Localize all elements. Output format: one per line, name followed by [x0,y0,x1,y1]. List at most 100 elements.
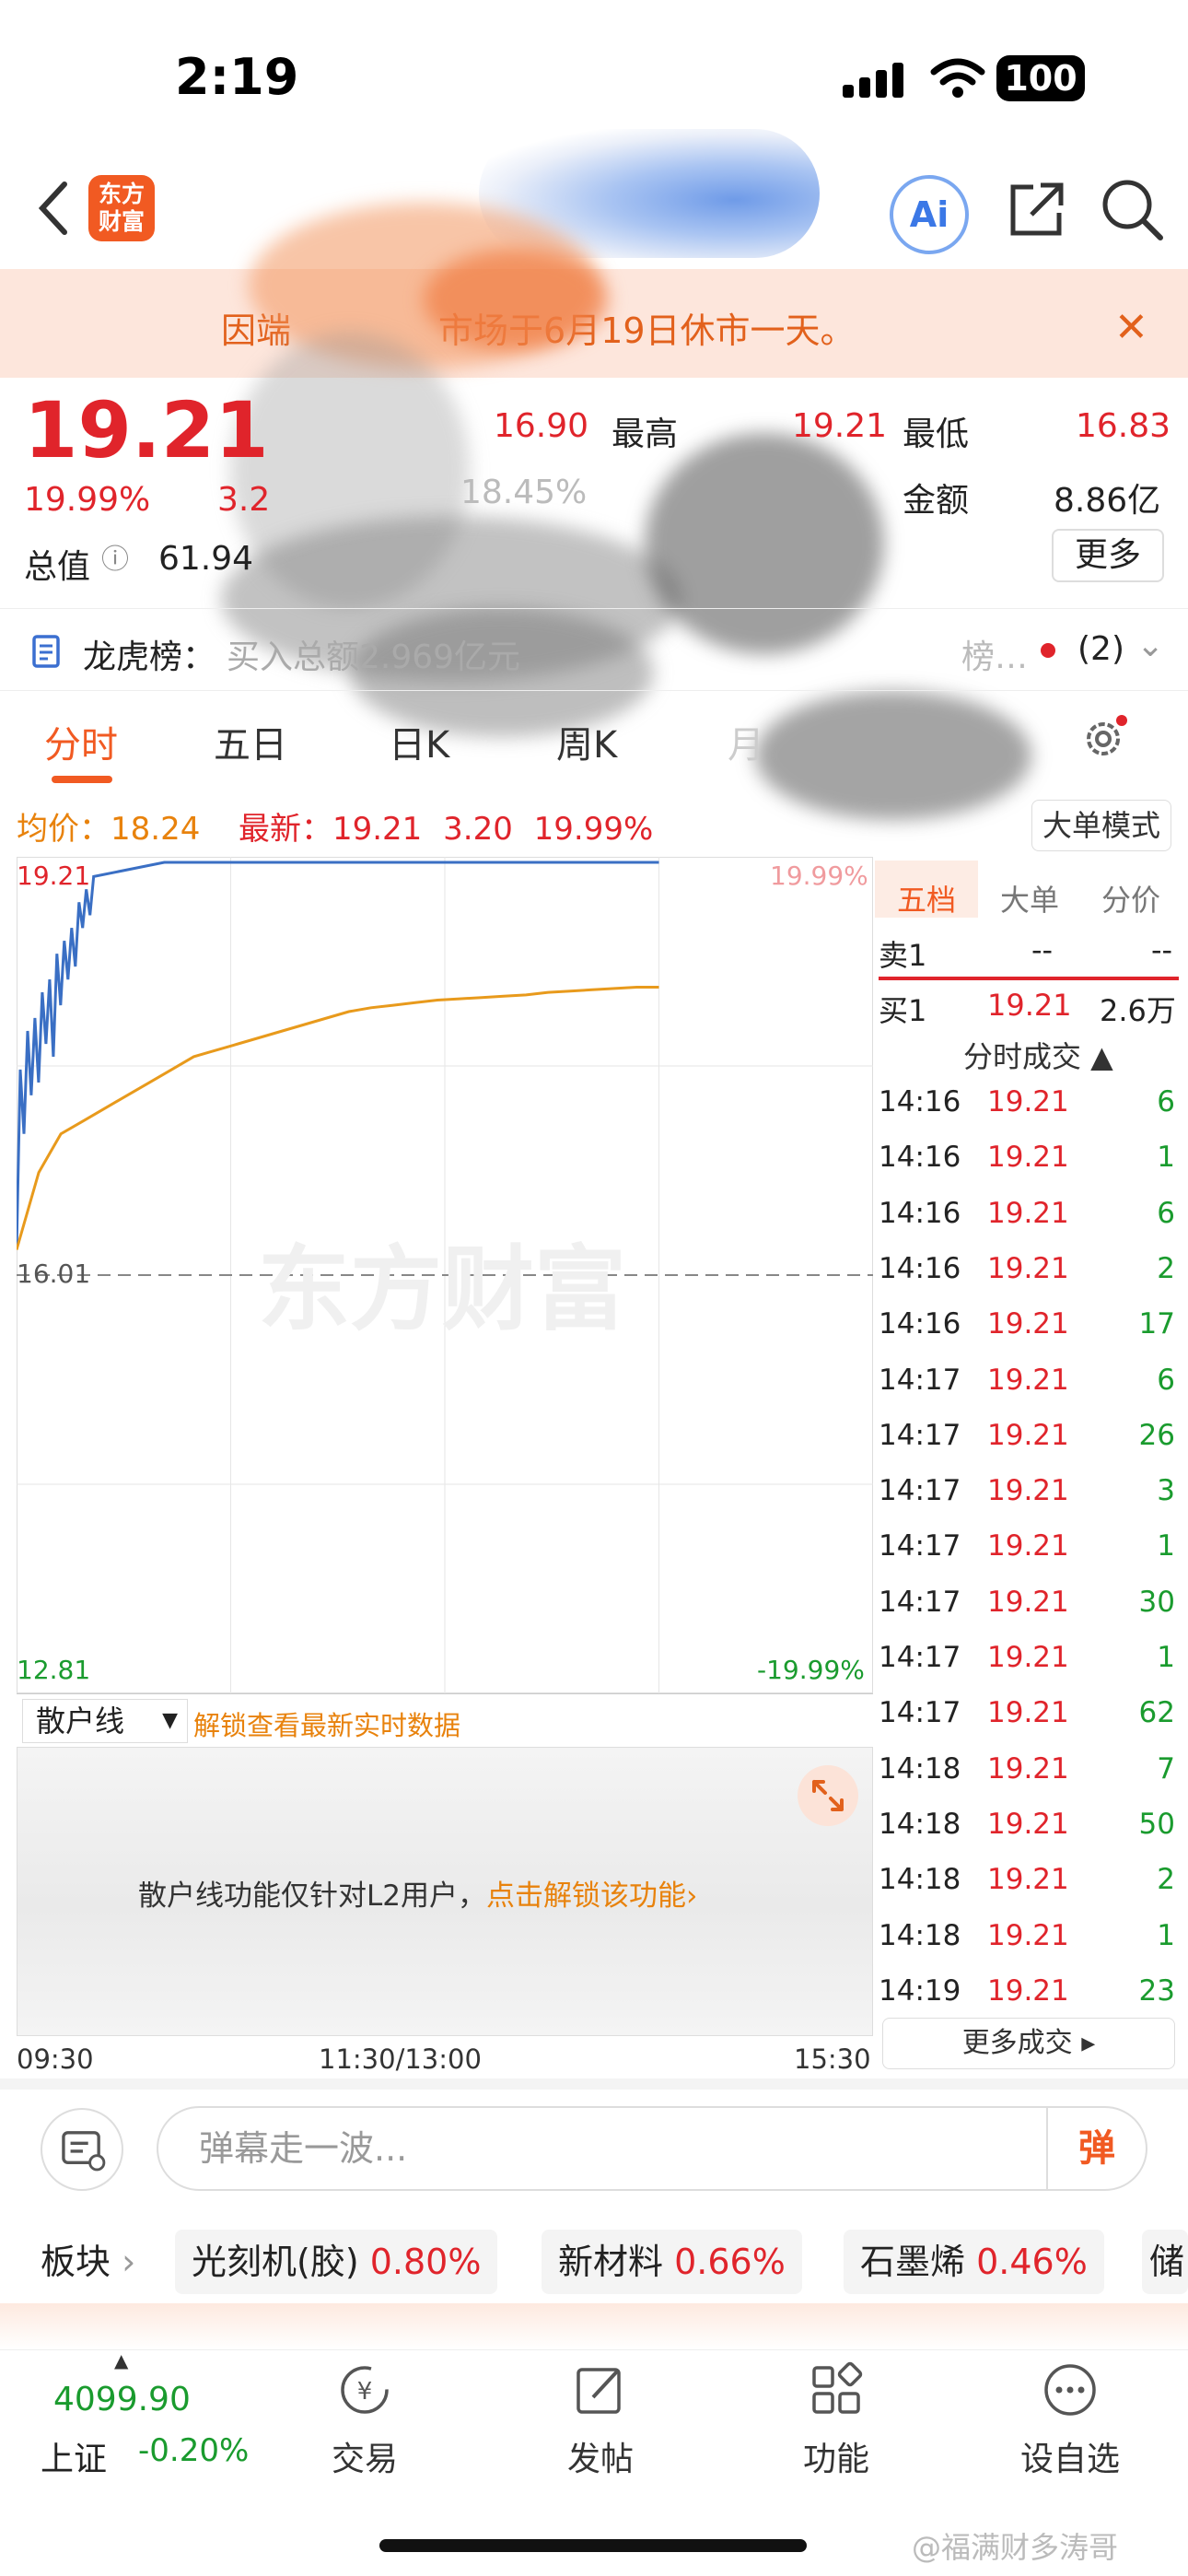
buy1-label: 买1 [879,993,927,1028]
trade-time: 14:18 [879,1751,961,1786]
trade-volume: 7 [1157,1751,1175,1786]
sector-chip[interactable]: 新材料 0.66% [542,2230,802,2294]
trade-price: 19.21 [987,1474,1069,1508]
document-icon [32,635,60,668]
index-value[interactable]: 4099.90 [53,2381,191,2418]
trade-time: 14:16 [879,1196,961,1230]
trade-time: 14:16 [879,1307,961,1341]
trade-time: 14:17 [879,1696,961,1730]
tab-daily-k[interactable]: 日K [389,715,449,768]
trade-price: 19.21 [987,1418,1069,1452]
trade-price: 19.21 [987,1751,1069,1786]
amount-value: 8.86亿 [1054,482,1161,520]
trade-price: 19.21 [987,1363,1069,1397]
index-percent[interactable]: -0.20% [138,2432,249,2469]
wifi-icon [930,58,985,98]
back-arrow-icon[interactable] [35,181,72,236]
tick-trade-row: 14:18 19.21 7 [879,1752,1179,1808]
watermark: 东方财富 [258,1235,626,1343]
trade-volume: 17 [1138,1307,1175,1341]
more-trades-button[interactable]: 更多成交 ▸ [882,2018,1175,2069]
ai-assistant-icon[interactable]: Ai [890,175,969,254]
price-axis-mid: 16.01 [17,1259,91,1289]
trade-price: 19.21 [987,1696,1069,1730]
tick-trade-row: 14:17 19.21 3 [879,1474,1179,1529]
nav-add-watchlist[interactable]: 设自选 [1020,2432,1120,2480]
home-indicator [379,2539,807,2552]
nav-functions[interactable]: 功能 [803,2432,869,2480]
trade-icon[interactable]: ¥ [335,2360,394,2419]
trade-volume: 1 [1157,1641,1175,1674]
trade-time: 14:16 [879,1141,961,1175]
trade-price: 19.21 [987,1641,1069,1674]
trade-volume: 1 [1157,1918,1175,1952]
weibo-watermark: @福满财多涛哥 [912,2530,1119,2565]
post-icon[interactable] [571,2360,630,2419]
index-name[interactable]: 上证 [41,2432,107,2480]
tab-weekly-k[interactable]: 周K [556,715,617,768]
section-divider [0,2078,1188,2090]
trade-time: 14:17 [879,1641,961,1674]
close-icon[interactable]: ✕ [1114,304,1148,351]
longhu-right-text: 榜… [961,638,1029,676]
more-button[interactable]: 更多 [1052,529,1164,582]
nav-post[interactable]: 发帖 [567,2432,634,2480]
unlock-link[interactable]: 解锁查看最新实时数据 [193,1704,460,1743]
tab-big-orders[interactable]: 大单 [1000,877,1059,919]
send-danmu-button[interactable]: 弹 [1046,2108,1146,2189]
tab-price-dist[interactable]: 分价 [1101,877,1160,919]
time-open: 09:30 [17,2043,94,2075]
time-close: 15:30 [794,2043,871,2075]
trade-volume: 1 [1157,1529,1175,1563]
longhu-text: 买入总额2.969亿元 [227,638,521,676]
trade-price: 19.21 [987,1085,1069,1118]
danmu-settings-icon[interactable] [41,2108,123,2191]
active-tab-indicator [52,776,112,783]
chevron-down-icon[interactable]: ⌄ [1136,626,1164,664]
tab-monthly-k[interactable]: 月 [728,715,764,768]
unlock-feature-link[interactable]: 点击解锁该功能› [486,1879,697,1913]
trade-volume: 6 [1157,1196,1175,1230]
tick-trades-header[interactable]: 分时成交 ▲ [963,1034,1113,1076]
indicator-select[interactable]: 散户线 ▼ [22,1699,188,1743]
tick-trade-row: 14:16 19.21 17 [879,1307,1179,1363]
status-time: 2:19 [175,48,299,106]
trade-time: 14:19 [879,1973,961,2008]
sell1-price: -- [1031,932,1054,967]
trade-price: 19.21 [987,1863,1069,1897]
bid-ask-divider [879,977,1179,980]
trade-price: 19.21 [987,1196,1069,1230]
tab-five-levels[interactable]: 五档 [897,877,956,919]
big-order-mode-button[interactable]: 大单模式 [1031,800,1171,851]
trade-time: 14:18 [879,1863,961,1897]
expand-icon[interactable] [798,1765,858,1826]
nav-trade[interactable]: 交易 [332,2432,398,2480]
sector-label[interactable]: 板块 › [41,2230,135,2294]
functions-icon[interactable] [807,2360,866,2419]
trade-volume: 3 [1157,1474,1175,1508]
market-cap-label: 总值 [24,548,91,586]
tick-trade-row: 14:16 19.21 1 [879,1141,1179,1196]
watchlist-icon[interactable] [1041,2360,1100,2419]
trade-price: 19.21 [987,1973,1069,2008]
trade-price: 19.21 [987,1307,1069,1341]
info-circle-icon[interactable]: ⓘ [101,536,129,577]
high-label: 最高 [611,416,679,453]
time-midday: 11:30/13:00 [319,2043,482,2075]
gear-icon[interactable] [1079,715,1127,763]
sector-chip[interactable]: 光刻机(胶) 0.80% [175,2230,498,2294]
sector-chip-cut[interactable]: 储 [1142,2230,1188,2294]
price-axis-top: 19.21 [17,861,91,891]
series-line [17,861,659,1250]
tab-five-day[interactable]: 五日 [214,715,287,768]
trade-volume: 26 [1138,1418,1175,1452]
search-icon[interactable] [1100,177,1164,241]
danmu-input[interactable]: 弹幕走一波... [157,2106,1147,2191]
current-price: 19.21 [24,385,269,475]
share-icon[interactable] [1006,180,1066,240]
sell1-volume: -- [1151,932,1173,967]
app-logo: 东方 财富 [88,175,155,241]
trade-time: 14:16 [879,1251,961,1285]
tab-intraday[interactable]: 分时 [44,715,118,768]
sector-chip[interactable]: 石墨烯 0.46% [844,2230,1104,2294]
